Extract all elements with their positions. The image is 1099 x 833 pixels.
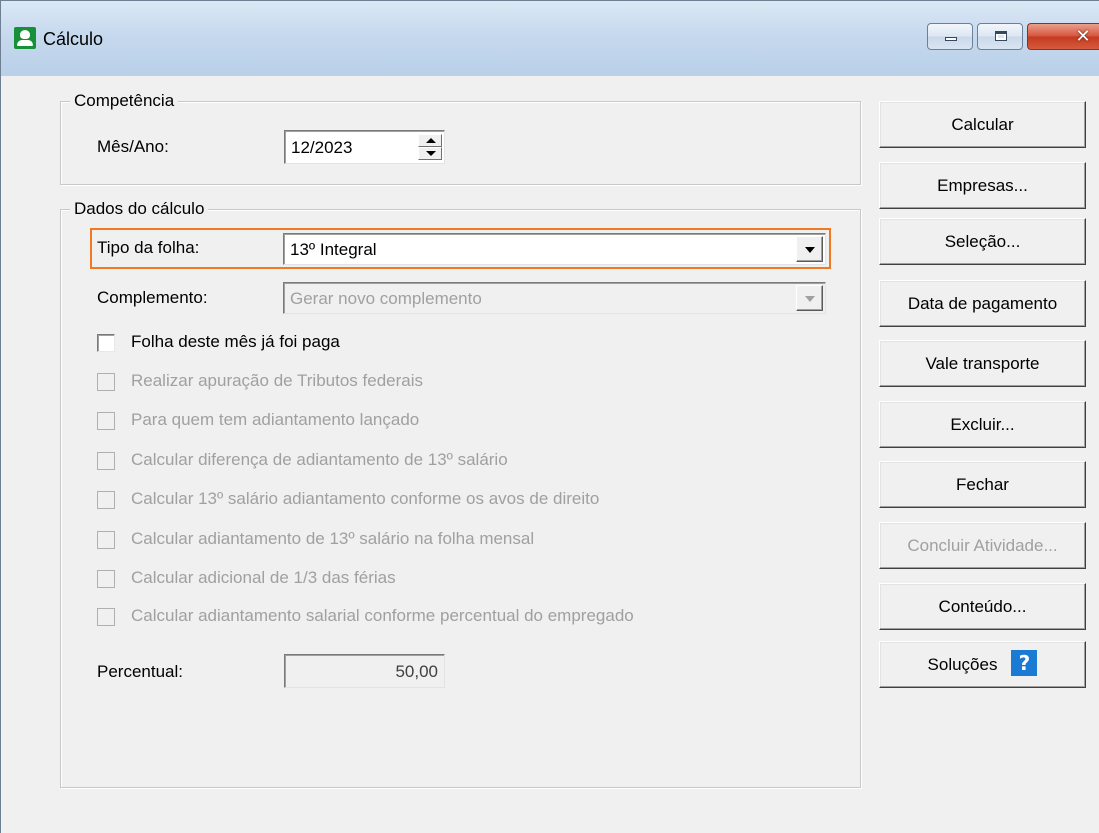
mes-ano-spinner[interactable]: 12/2023 [284, 130, 445, 164]
tipo-folha-select[interactable]: 13º Integral [283, 233, 826, 265]
checkbox-label: Para quem tem adiantamento lançado [131, 410, 420, 429]
competencia-legend: Competência [70, 91, 179, 111]
minimize-icon [945, 37, 957, 41]
percentual-value: 50,00 [395, 662, 438, 681]
percentual-label: Percentual: [97, 662, 183, 681]
spin-up-button[interactable] [418, 134, 442, 147]
excluir-button[interactable]: Excluir... [879, 401, 1086, 448]
concluir-atividade-button[interactable]: Concluir Atividade... [879, 522, 1086, 569]
tipo-folha-value: 13º Integral [290, 240, 377, 259]
conteudo-button[interactable]: Conteúdo... [879, 583, 1086, 630]
competencia-group: Competência [60, 91, 861, 185]
checkbox-label: Calcular adiantamento salarial conforme … [131, 606, 634, 625]
solucoes-label: Soluções [927, 655, 998, 674]
complemento-select[interactable]: Gerar novo complemento [283, 282, 826, 314]
tipo-folha-dropdown-button[interactable] [796, 236, 823, 262]
complemento-dropdown-button[interactable] [796, 285, 823, 311]
fechar-button[interactable]: Fechar [879, 461, 1086, 508]
close-button[interactable]: ✕ [1027, 23, 1099, 50]
checkbox[interactable] [97, 452, 115, 470]
tipo-folha-label: Tipo da folha: [97, 238, 200, 257]
checkbox[interactable] [97, 334, 115, 352]
mes-ano-label: Mês/Ano: [97, 137, 169, 156]
data-pagamento-button[interactable]: Data de pagamento [879, 280, 1086, 327]
checkbox-label: Folha deste mês já foi paga [131, 332, 340, 351]
arrow-up-icon [426, 138, 436, 143]
calcular-button[interactable]: Calcular [879, 101, 1086, 148]
minimize-button[interactable] [927, 23, 973, 50]
spin-down-button[interactable] [418, 147, 442, 160]
selecao-button[interactable]: Seleção... [879, 218, 1086, 265]
checkbox[interactable] [97, 570, 115, 588]
complemento-label: Complemento: [97, 288, 208, 307]
arrow-down-icon [426, 151, 436, 156]
mes-ano-value[interactable]: 12/2023 [291, 138, 352, 158]
maximize-button[interactable] [977, 23, 1023, 50]
calculo-window: Cálculo ✕ Competência Mês/Ano: 12/2023 D… [0, 0, 1099, 833]
chevron-down-icon [805, 296, 815, 302]
user-icon [14, 27, 36, 49]
dados-calculo-legend: Dados do cálculo [70, 199, 209, 219]
solucoes-button[interactable]: Soluções? [879, 641, 1086, 688]
checkbox-label: Realizar apuração de Tributos federais [131, 371, 423, 390]
checkbox-label: Calcular adiantamento de 13º salário na … [131, 529, 535, 548]
window-title: Cálculo [43, 29, 104, 49]
checkbox[interactable] [97, 412, 115, 430]
checkbox[interactable] [97, 491, 115, 509]
empresas-button[interactable]: Empresas... [879, 162, 1086, 209]
checkbox-label: Calcular adicional de 1/3 das férias [131, 568, 396, 587]
checkbox[interactable] [97, 531, 115, 549]
title-bar[interactable]: Cálculo ✕ [1, 1, 1099, 76]
maximize-icon [995, 31, 1007, 41]
checkbox-label: Calcular diferença de adiantamento de 13… [131, 450, 508, 469]
checkbox[interactable] [97, 608, 115, 626]
vale-transporte-button[interactable]: Vale transporte [879, 340, 1086, 387]
complemento-value: Gerar novo complemento [290, 289, 482, 308]
question-icon: ? [1011, 650, 1038, 677]
close-icon: ✕ [1075, 26, 1091, 47]
checkbox-label: Calcular 13º salário adiantamento confor… [131, 489, 600, 508]
chevron-down-icon [805, 247, 815, 253]
checkbox[interactable] [97, 373, 115, 391]
percentual-field[interactable]: 50,00 [284, 654, 445, 688]
